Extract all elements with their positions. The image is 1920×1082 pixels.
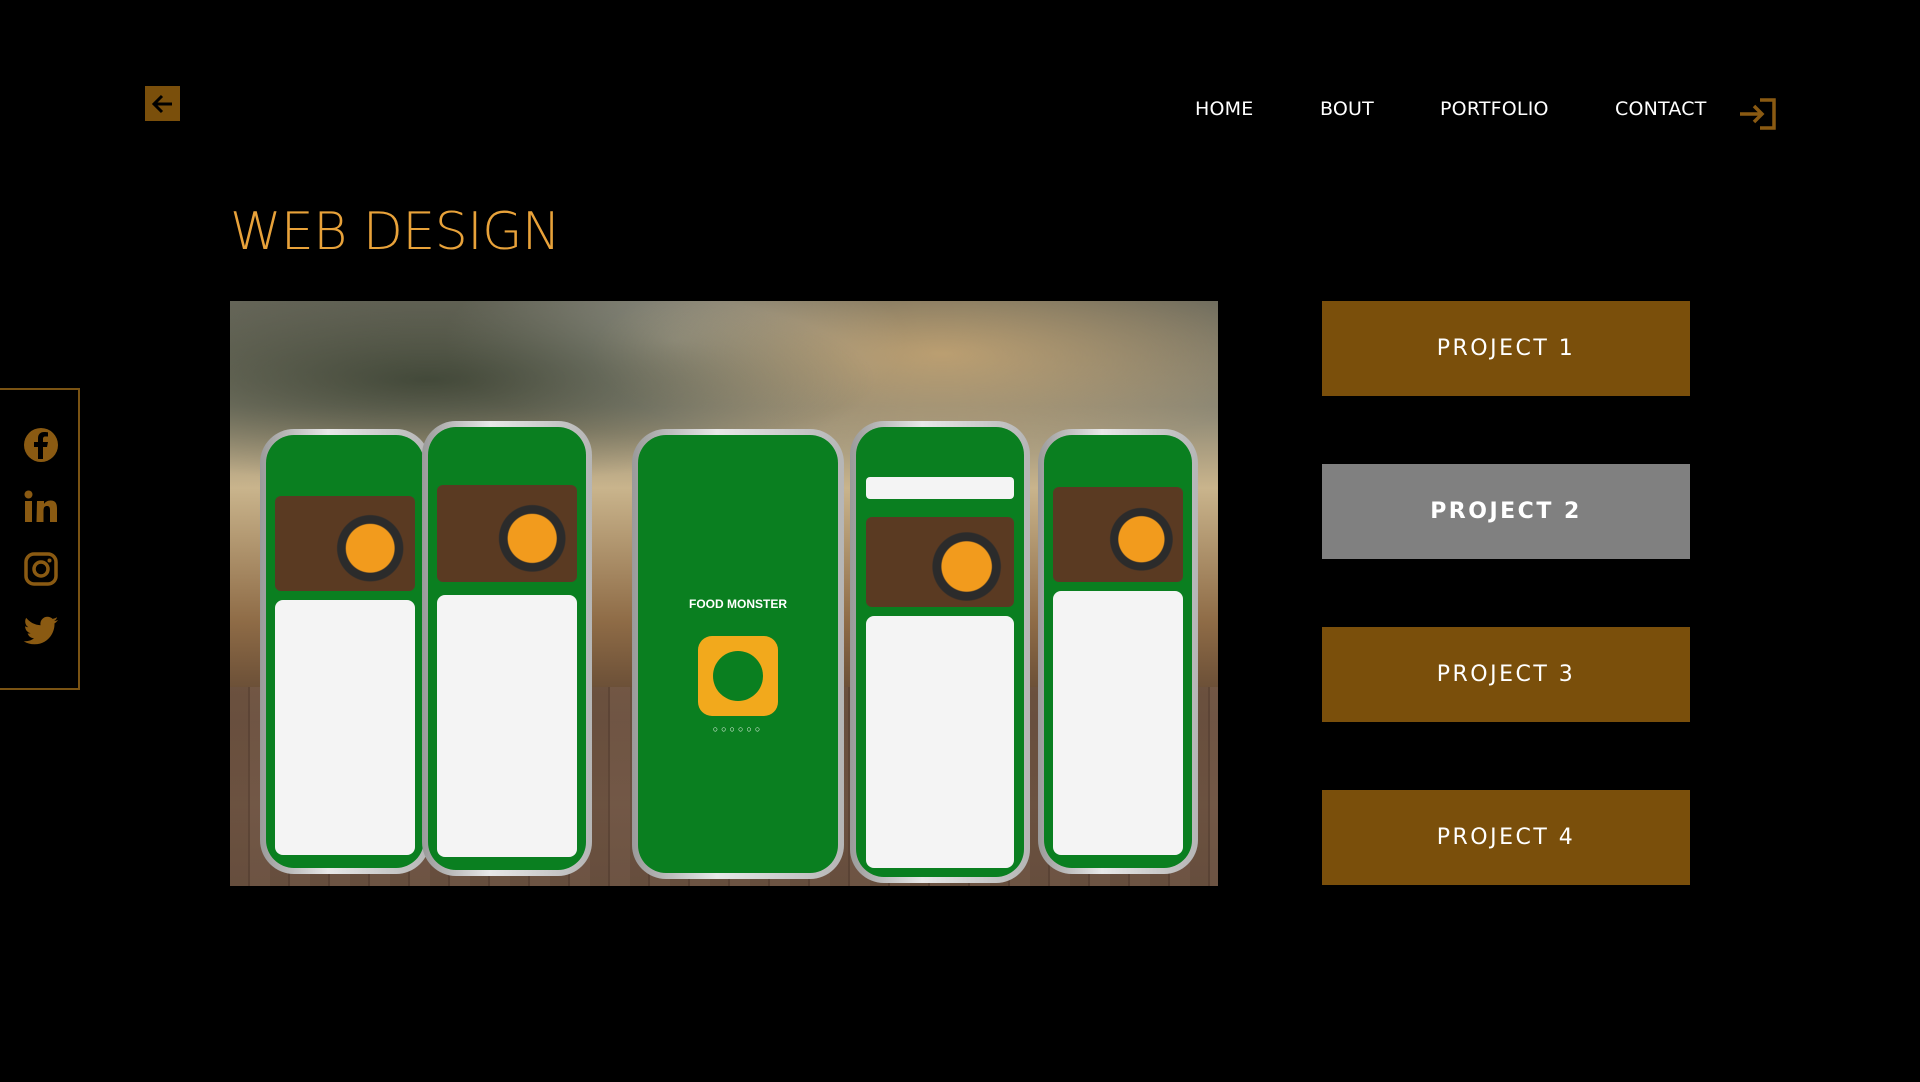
phone-mockup [1038, 429, 1198, 874]
linkedin-icon[interactable] [22, 488, 60, 526]
project-3-button[interactable]: PROJECT 3 [1322, 627, 1690, 722]
carousel-dots: ○○○○○○ [712, 724, 764, 735]
app-logo [698, 636, 778, 717]
twitter-icon[interactable] [22, 612, 60, 650]
app-name: FOOD MONSTER [689, 597, 787, 612]
project-preview-image: FOOD MONSTER ○○○○○○ [230, 301, 1218, 886]
project-2-button[interactable]: PROJECT 2 [1322, 464, 1690, 559]
nav-item-home[interactable]: HOME [1195, 98, 1253, 120]
facebook-icon[interactable] [22, 426, 60, 464]
login-icon[interactable] [1738, 98, 1776, 130]
instagram-icon[interactable] [22, 550, 60, 588]
phone-mockup [260, 429, 430, 874]
nav-item-portfolio[interactable]: PORTFOLIO [1440, 98, 1549, 120]
nav-item-contact[interactable]: CONTACT [1615, 98, 1707, 120]
phone-mockup-splash: FOOD MONSTER ○○○○○○ [632, 429, 844, 879]
project-4-button[interactable]: PROJECT 4 [1322, 790, 1690, 885]
page-title: WEB DESIGN [230, 202, 561, 262]
phone-mockup [422, 421, 592, 876]
project-1-button[interactable]: PROJECT 1 [1322, 301, 1690, 396]
social-sidebar [0, 388, 80, 690]
phone-mockup [850, 421, 1030, 883]
top-nav: HOME BOUT PORTFOLIO CONTACT [0, 98, 1920, 122]
nav-item-about[interactable]: BOUT [1320, 98, 1374, 120]
